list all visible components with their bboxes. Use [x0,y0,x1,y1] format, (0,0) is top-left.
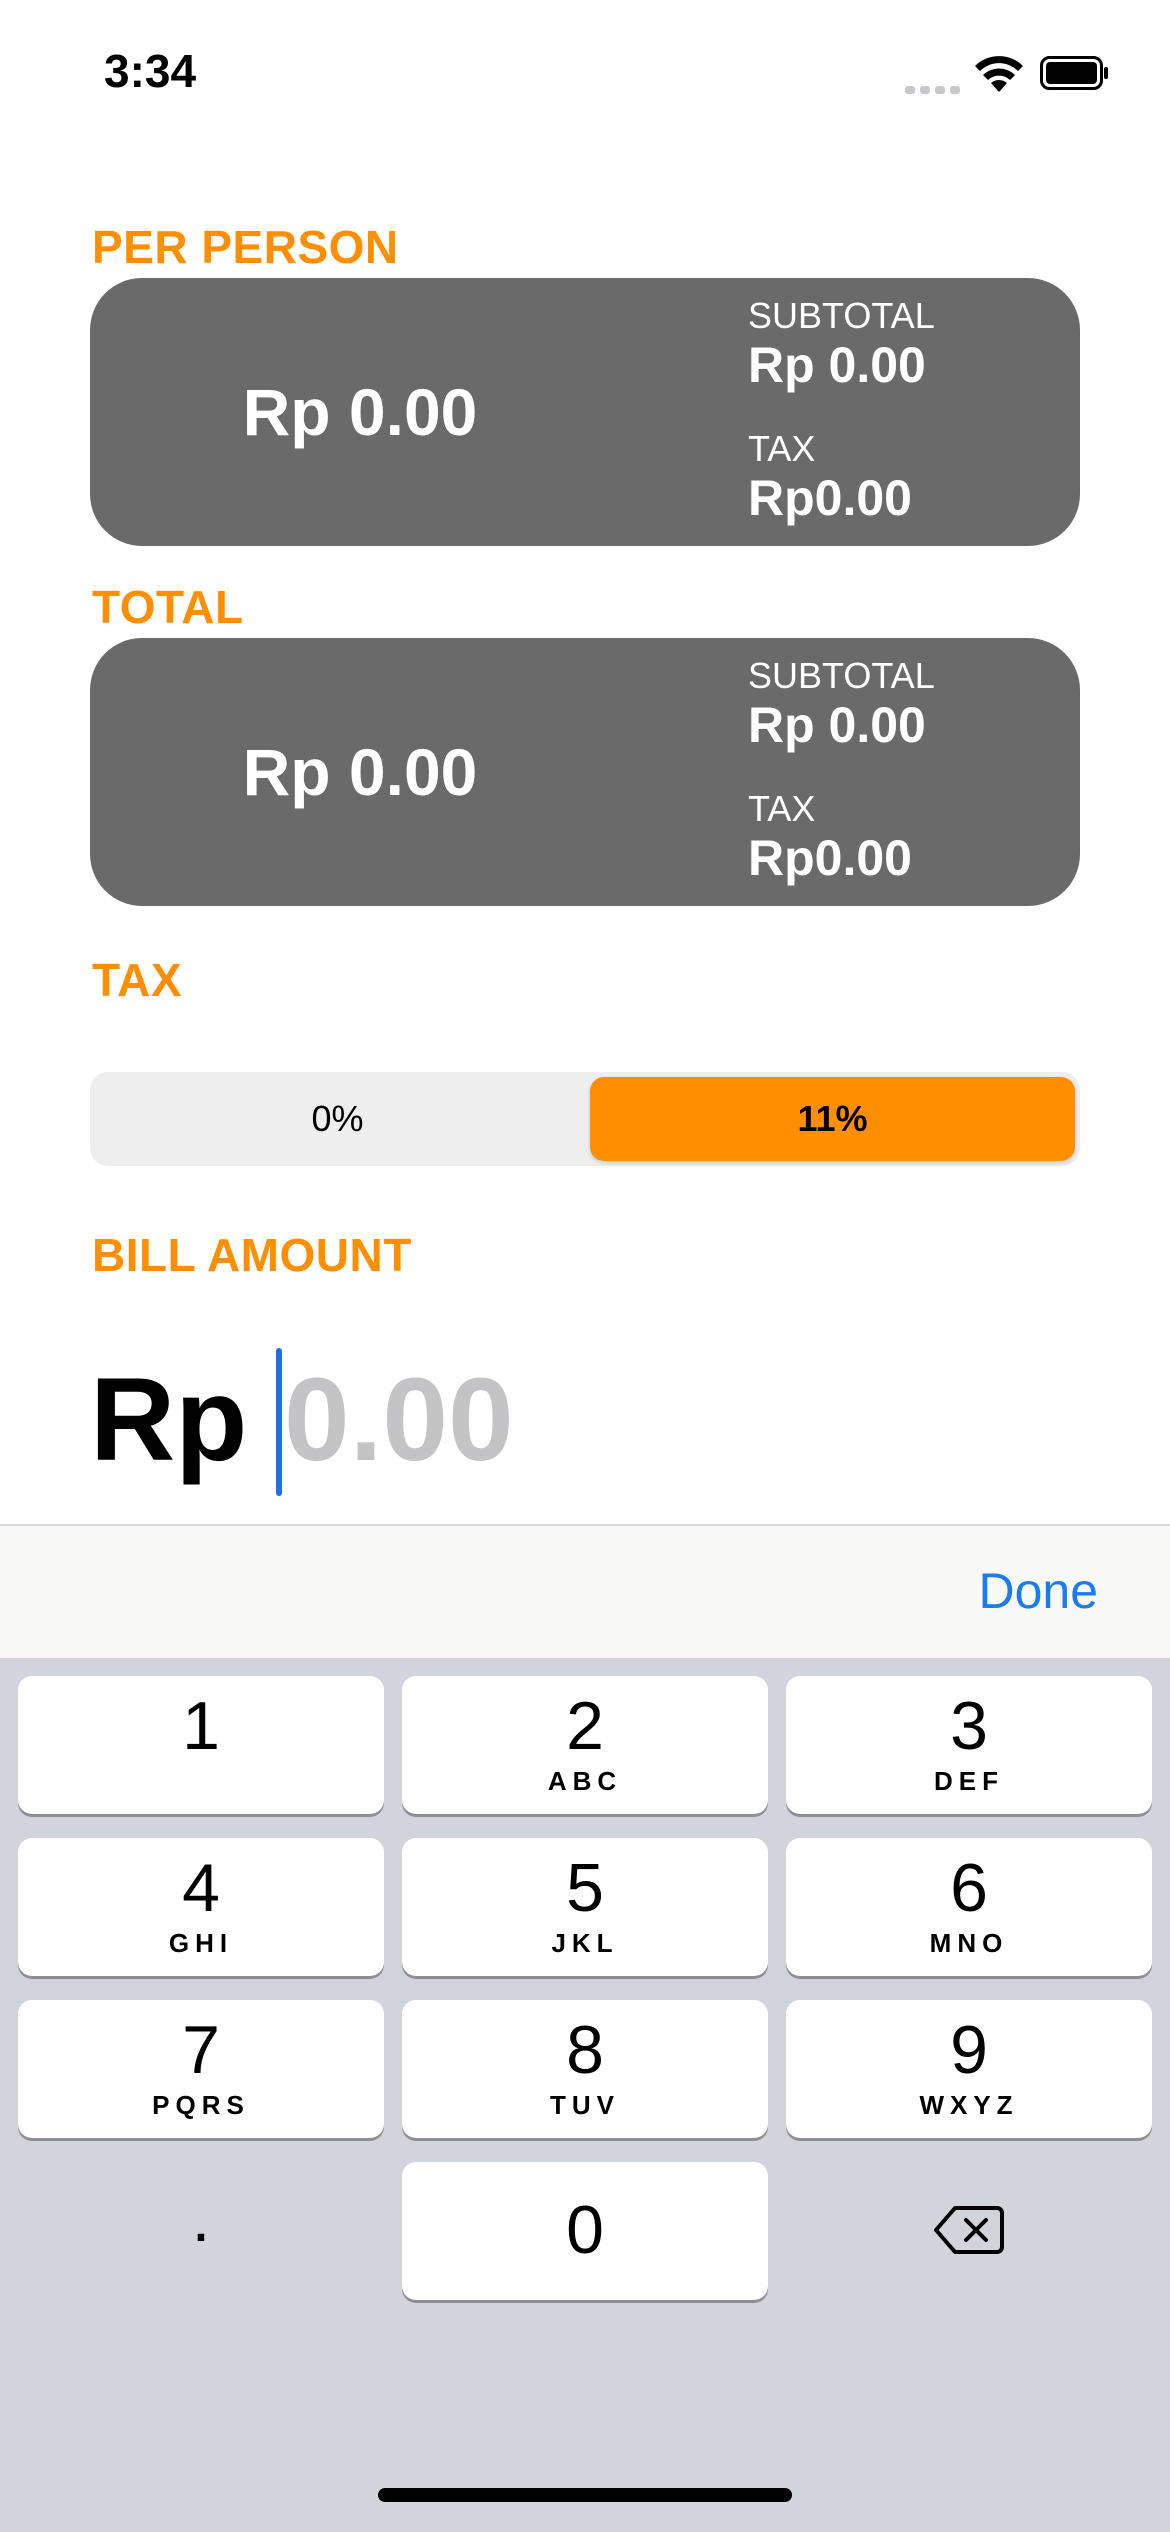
tax-option-0[interactable]: 0% [95,1077,580,1161]
wifi-icon [975,56,1023,92]
key-7-digit: 7 [182,2012,220,2088]
total-label: TOTAL [92,581,244,633]
per-person-tax-label: TAX [748,428,816,469]
key-0-digit: 0 [566,2192,604,2268]
per-person-subtotal-value: Rp 0.00 [748,337,926,393]
key-2-letters: ABC [547,1766,623,1796]
home-indicator [378,2488,792,2502]
delete-backward-icon [934,2206,1004,2254]
keyboard-toolbar: Done [0,1524,1170,1658]
cellular-signal-icon [905,80,961,94]
bill-amount-label: BILL AMOUNT [92,1229,412,1281]
total-amount: Rp 0.00 [242,735,478,809]
total-tax-value: Rp0.00 [748,830,912,886]
total-subtotal-value: Rp 0.00 [748,697,926,753]
key-8-letters: TUV [550,2090,620,2120]
key-8-digit: 8 [566,2012,604,2088]
key-5-letters: JKL [551,1928,619,1958]
key-9-letters: WXYZ [919,2090,1019,2120]
per-person-label: PER PERSON [92,221,399,273]
key-1-digit: 1 [182,1688,220,1764]
done-button[interactable]: Done [978,1562,1098,1620]
per-person-card: Rp 0.00 SUBTOTAL Rp 0.00 TAX Rp0.00 [90,278,1080,546]
delete-key[interactable] [786,2162,1152,2300]
number-pad: 1 2 ABC 3 DEF 4 GHI 5 JKL 6 MNO 7 PQRS 8… [0,1658,1170,2532]
key-5-digit: 5 [566,1850,604,1926]
tax-label: TAX [92,954,183,1006]
key-6-digit: 6 [950,1850,988,1926]
text-cursor [276,1348,282,1496]
per-person-subtotal-label: SUBTOTAL [748,295,935,336]
key-1[interactable]: 1 [18,1676,384,1814]
key-4-digit: 4 [182,1850,220,1926]
bill-amount-input[interactable] [284,1340,984,1500]
key-7[interactable]: 7 PQRS [18,2000,384,2138]
key-3[interactable]: 3 DEF [786,1676,1152,1814]
key-6[interactable]: 6 MNO [786,1838,1152,1976]
key-0[interactable]: 0 [402,2162,768,2300]
per-person-tax-value: Rp0.00 [748,470,912,526]
key-3-digit: 3 [950,1688,988,1764]
status-bar: 3:34 [0,0,1170,150]
key-3-letters: DEF [934,1766,1004,1796]
key-2-digit: 2 [566,1688,604,1764]
key-9[interactable]: 9 WXYZ [786,2000,1152,2138]
key-4-letters: GHI [168,1928,234,1958]
total-tax-label: TAX [748,788,816,829]
bill-currency-symbol: Rp [90,1354,248,1486]
key-4[interactable]: 4 GHI [18,1838,384,1976]
tax-segmented-control: 0% 11% [90,1072,1080,1166]
key-decimal[interactable]: . [18,2162,384,2300]
key-7-letters: PQRS [152,2090,250,2120]
status-time: 3:34 [104,45,197,97]
battery-icon [1040,56,1108,90]
key-8[interactable]: 8 TUV [402,2000,768,2138]
key-decimal-symbol: . [191,2180,211,2256]
per-person-amount: Rp 0.00 [242,375,478,449]
key-5[interactable]: 5 JKL [402,1838,768,1976]
total-card: Rp 0.00 SUBTOTAL Rp 0.00 TAX Rp0.00 [90,638,1080,906]
key-6-letters: MNO [929,1928,1009,1958]
tax-option-11[interactable]: 11% [590,1077,1075,1161]
key-2[interactable]: 2 ABC [402,1676,768,1814]
key-9-digit: 9 [950,2012,988,2088]
total-subtotal-label: SUBTOTAL [748,655,935,696]
